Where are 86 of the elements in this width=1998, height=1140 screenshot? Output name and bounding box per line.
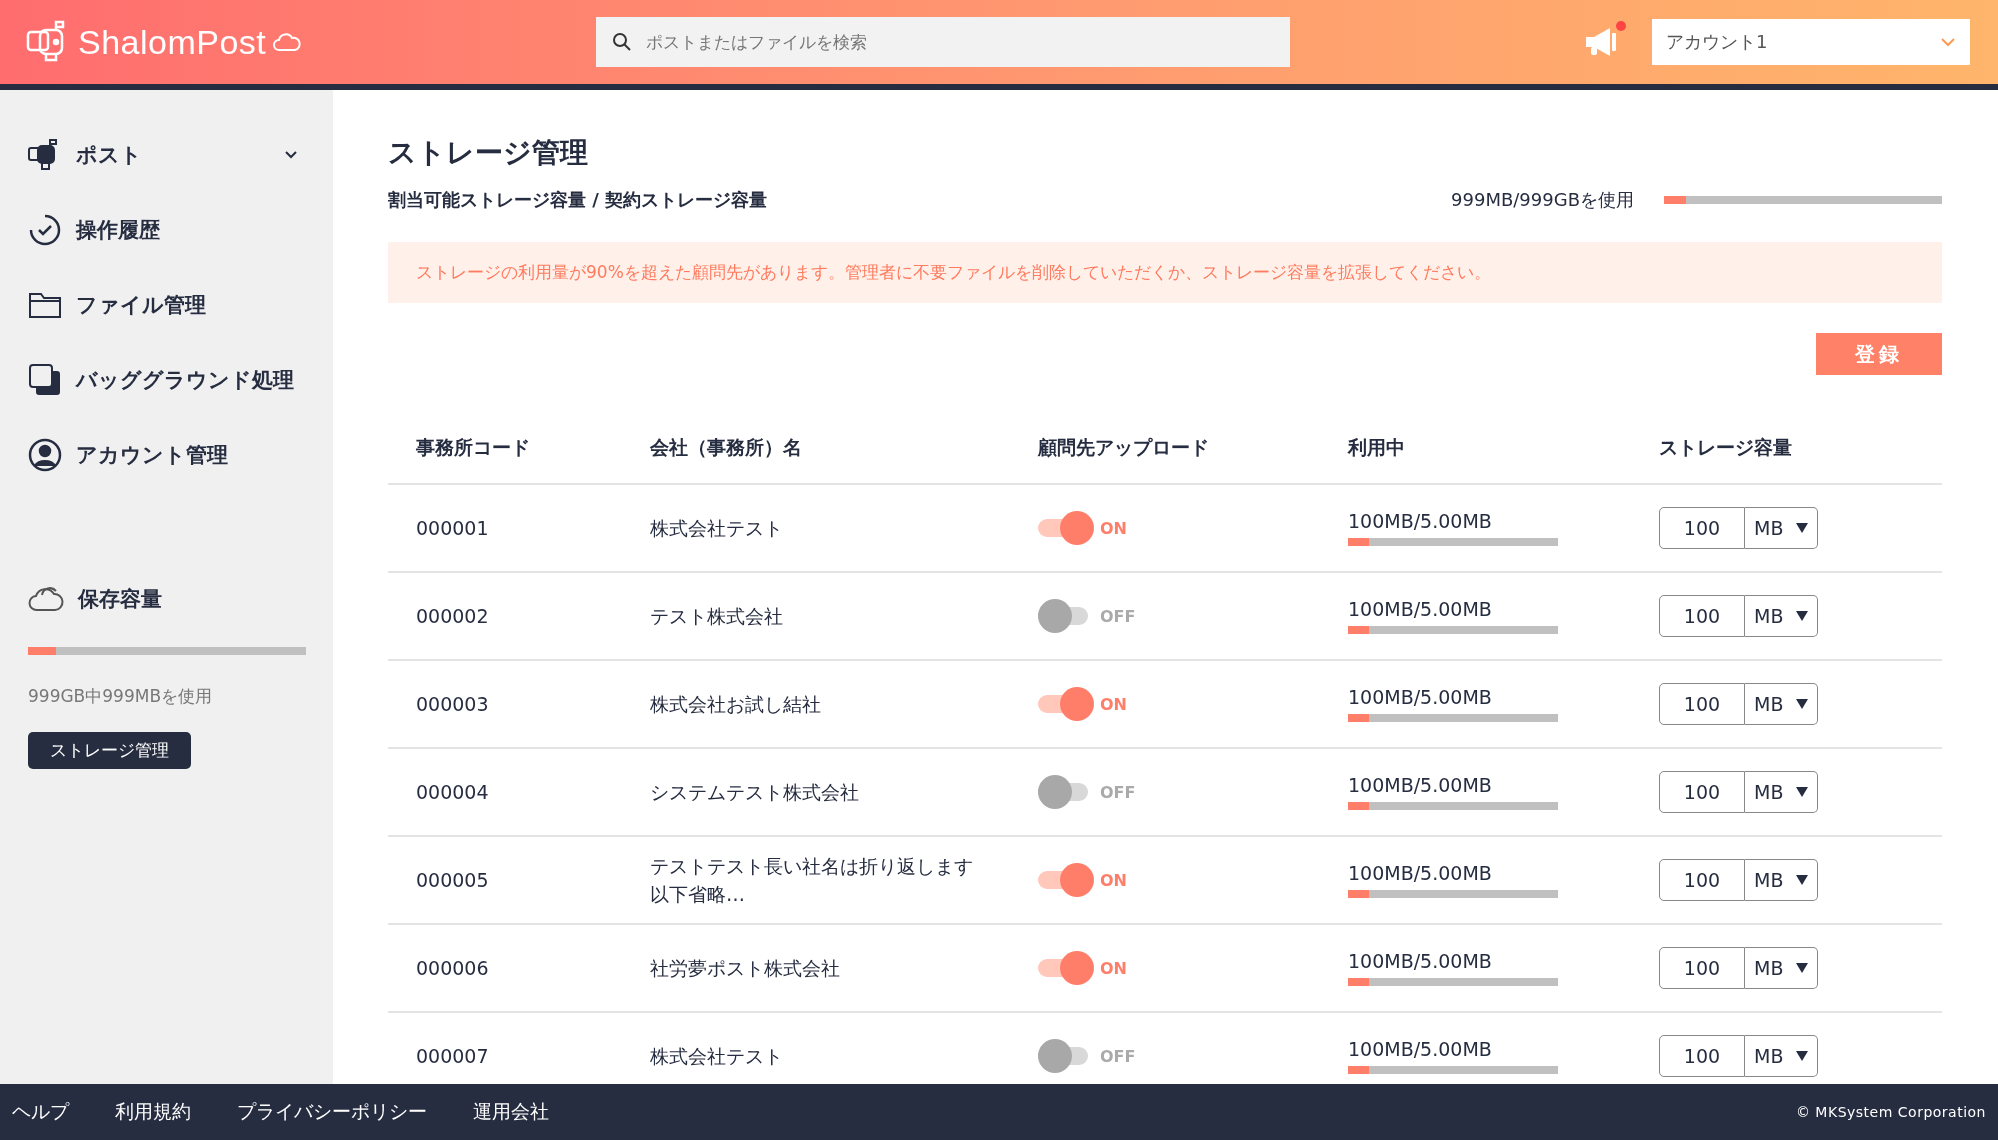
section-subtitle: 割当可能ストレージ容量 / 契約ストレージ容量 [388, 188, 769, 212]
page-title: ストレージ管理 [388, 135, 589, 171]
dropdown-triangle-icon [1796, 963, 1808, 973]
sidebar-item[interactable]: 操作履歴 [28, 209, 298, 250]
storage-title: 保存容量 [78, 586, 162, 613]
account-select[interactable]: アカウント1 [1652, 19, 1970, 65]
toggle-label: OFF [1100, 782, 1136, 802]
unit-select[interactable]: MB [1745, 859, 1818, 901]
sidebar-item[interactable]: アカウント管理 [28, 434, 298, 475]
dropdown-triangle-icon [1796, 523, 1808, 533]
chevron-down-icon [284, 150, 298, 159]
unit-select[interactable]: MB [1745, 1035, 1818, 1077]
logo-text: ShalomPost [78, 22, 267, 62]
dropdown-triangle-icon [1796, 1051, 1808, 1061]
cloud-icon [28, 586, 64, 612]
column-header: 事務所コード [415, 435, 531, 460]
toggle-switch[interactable] [1038, 951, 1094, 985]
footer-link[interactable]: プライバシーポリシー [237, 1099, 427, 1125]
unit-select[interactable]: MB [1745, 595, 1818, 637]
usage-text: 999MB/999GBを使用 [1451, 188, 1634, 212]
toggle-label: ON [1100, 694, 1127, 714]
storage-management-button[interactable]: ストレージ管理 [28, 732, 191, 769]
dropdown-triangle-icon [1796, 611, 1808, 621]
table-cell-text: 000003 [415, 693, 490, 715]
chevron-down-icon [1940, 37, 1956, 47]
toggle-label: ON [1100, 870, 1127, 890]
table-cell-text: 株式会社テスト [650, 1043, 784, 1069]
dropdown-triangle-icon [1796, 787, 1808, 797]
cloud-icon [272, 32, 303, 52]
sidebar-item[interactable]: ポスト [28, 134, 298, 175]
column-header: ストレージ容量 [1659, 435, 1793, 460]
footer-link[interactable]: 運用会社 [473, 1099, 549, 1125]
column-header: 会社（事務所）名 [650, 435, 803, 460]
toggle-label: OFF [1100, 1046, 1136, 1066]
capacity-input[interactable]: 100 [1659, 595, 1745, 637]
sidebar-item[interactable]: ファイル管理 [28, 284, 298, 325]
capacity-input[interactable]: 100 [1659, 683, 1745, 725]
table-cell-text: 000002 [415, 605, 490, 627]
table-cell-text: 000007 [415, 1045, 490, 1067]
table-cell-text: 社労夢ポスト株式会社 [650, 955, 841, 981]
column-header: 利用中 [1348, 435, 1406, 460]
usage-text: 100MB/5.00MB [1348, 686, 1493, 708]
usage-text: 100MB/5.00MB [1348, 950, 1493, 972]
sidebar-item[interactable]: バッググラウンド処理 [28, 359, 298, 400]
capacity-input[interactable]: 100 [1659, 507, 1745, 549]
toggle-switch[interactable] [1038, 511, 1094, 545]
table-cell-text: テストテスト長い社名は折り返します以下省略… [650, 853, 974, 907]
toggle-switch[interactable] [1038, 863, 1094, 897]
table-cell-text: 株式会社お試し結社 [650, 691, 822, 717]
capacity-input[interactable]: 100 [1659, 859, 1745, 901]
unit-select[interactable]: MB [1745, 683, 1818, 725]
table-cell-text: 000004 [415, 781, 490, 803]
search-field[interactable]: ポストまたはファイルを検索 [596, 17, 1290, 67]
capacity-input[interactable]: 100 [1659, 1035, 1745, 1077]
table-cell-text: テスト株式会社 [650, 603, 784, 629]
usage-text: 100MB/5.00MB [1348, 510, 1493, 532]
table-cell-text: 000005 [415, 869, 490, 891]
table-cell-text: システムテスト株式会社 [650, 779, 860, 805]
stacked-squares-icon [28, 362, 62, 397]
unit-select[interactable]: MB [1745, 507, 1818, 549]
table-cell-text: 株式会社テスト [650, 515, 784, 541]
table-cell-text: 000006 [415, 957, 490, 979]
search-icon [612, 32, 632, 52]
toggle-label: OFF [1100, 606, 1136, 626]
toggle-label: ON [1100, 518, 1127, 538]
storage-usage-text: 999GB中999MBを使用 [28, 685, 214, 708]
alert-message: ストレージの利用量が90%を超えた顧問先があります。管理者に不要ファイルを削除していただくか、ストレージ容量を拡張してください。 [388, 242, 1942, 303]
unit-select[interactable]: MB [1745, 947, 1818, 989]
unit-select[interactable]: MB [1745, 771, 1818, 813]
dropdown-triangle-icon [1796, 699, 1808, 709]
footer-link[interactable]: ヘルプ [12, 1099, 69, 1125]
usage-text: 100MB/5.00MB [1348, 1038, 1493, 1060]
usage-text: 100MB/5.00MB [1348, 774, 1493, 796]
dropdown-triangle-icon [1796, 875, 1808, 885]
copyright-text: © MKSystem Corporation [1795, 1104, 1986, 1120]
table-cell-text: 000001 [415, 517, 490, 539]
user-circle-icon [28, 437, 62, 472]
toggle-label: ON [1100, 958, 1127, 978]
capacity-input[interactable]: 100 [1659, 771, 1745, 813]
footer-link[interactable]: 利用規約 [115, 1099, 191, 1125]
usage-text: 100MB/5.00MB [1348, 862, 1493, 884]
capacity-input[interactable]: 100 [1659, 947, 1745, 989]
column-header: 顧問先アップロード [1038, 435, 1210, 460]
toggle-switch[interactable] [1038, 687, 1094, 721]
history-check-icon [28, 212, 62, 247]
usage-text: 100MB/5.00MB [1348, 598, 1493, 620]
